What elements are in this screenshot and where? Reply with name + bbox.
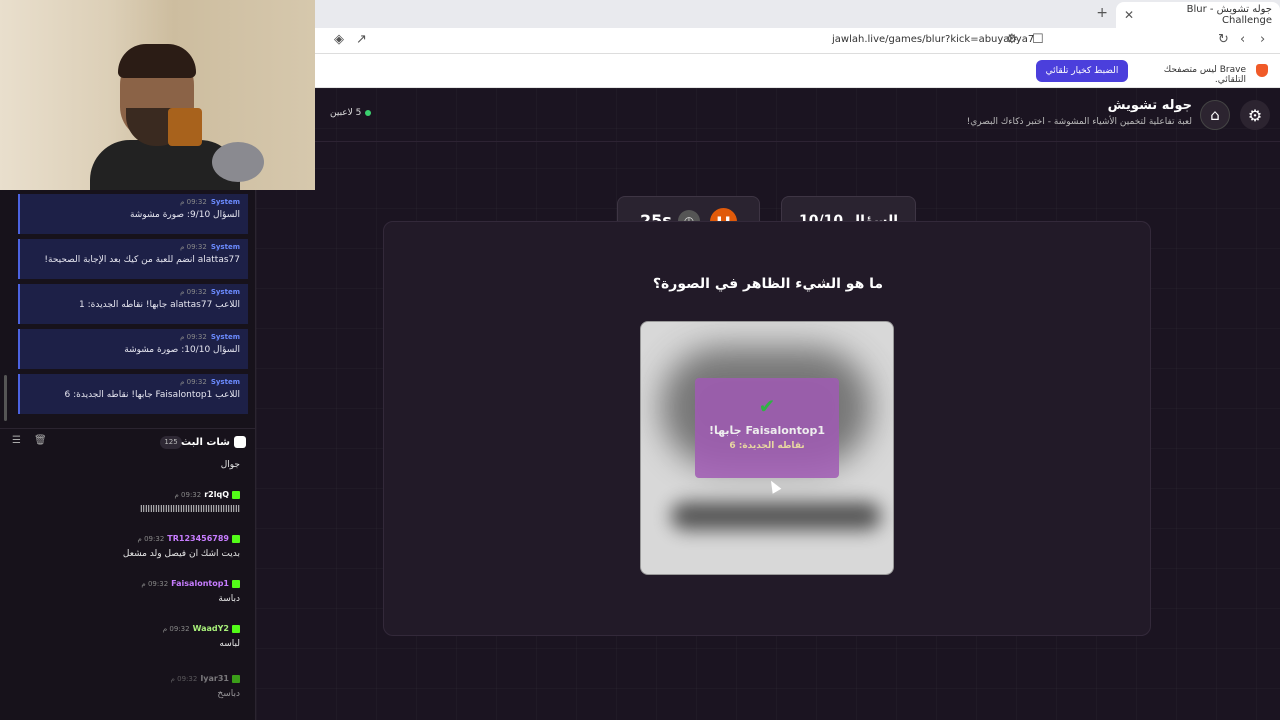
message-text: جوال [220,460,240,470]
players-indicator: 5 لاعبين [330,108,372,118]
back-icon[interactable]: › [1260,32,1265,47]
kick-icon [232,674,240,683]
system-message: System 09:32 م اللاعب alattas77 جابها! نق… [18,284,248,324]
menu-icon[interactable]: ☰ [12,435,21,446]
gear-icon[interactable]: ⚙ [1240,100,1270,130]
system-message: System 09:32 م اللاعب Faisalontop1 جابها!… [18,374,248,414]
new-points-text: نقاطه الجديدة: 6 [729,441,805,451]
check-icon: ✔ [758,394,776,418]
online-dot-icon [365,110,372,116]
new-tab-button[interactable]: + [1096,5,1108,21]
site-settings-icon[interactable]: ⚙ [1006,32,1018,47]
correct-answer-overlay: ✔ Faisalontop1 جابها! نقاطه الجديدة: 6 [695,378,839,478]
reload-icon[interactable]: ↻ [1218,32,1229,47]
question-panel: ما هو الشيء الظاهر في الصورة؟ ✔ Faisalon… [383,221,1151,636]
system-message: System 09:32 م السؤال 9/10: صورة مشوشة [18,194,248,234]
cup [168,108,202,146]
message-sender: System [210,198,240,206]
message-text: السؤال 9/10: صورة مشوشة [129,210,240,220]
chat-count-badge: 125 [160,436,182,449]
message-sender: System [210,333,240,341]
message-sender: System [210,288,240,296]
chat-username[interactable]: Iyar31 [200,674,229,683]
list-item: r2lqQ 09:32 م lllllllllllllllllllllllllll… [10,490,240,515]
trash-icon[interactable]: 🗑 [34,435,47,446]
blurred-image: ✔ Faisalontop1 جابها! نقاطه الجديدة: 6 [640,321,894,575]
message-text: دباسخ [217,689,240,699]
message-text: llllllllllllllllllllllllllllllllllllllll [139,505,240,515]
home-icon[interactable]: ⌂ [1200,100,1230,130]
list-item: Faisalontop1 09:32 م دباسة [10,579,240,604]
list-item: جوال [10,460,240,470]
brave-shield-icon[interactable]: ◈ [334,32,344,47]
chat-username[interactable]: WaadY2 [193,624,229,633]
game-app: 5 لاعبين جوله تشويش لعبة تفاعلية لتخمين … [256,88,1280,720]
message-time: 09:32 م [180,243,207,251]
winner-text: Faisalontop1 جابها! [709,424,825,437]
blurred-object [671,502,881,530]
share-icon[interactable]: ↗ [356,32,367,47]
kick-icon [232,624,240,633]
microphone [212,142,264,182]
tab-title: جوله تشويش - Blur Challenge [1186,4,1272,26]
message-text: اللاعب alattas77 جابها! نقاطه الجديدة: 1 [79,300,240,310]
browser-tab[interactable]: جوله تشويش - Blur Challenge ✕ [1116,2,1280,28]
players-count: 5 لاعبين [330,108,362,118]
app-title: جوله تشويش [1107,98,1192,113]
system-message: System 09:32 م السؤال 10/10: صورة مشوشة [18,329,248,369]
bookmark-icon[interactable]: ☐ [1032,32,1044,47]
message-time: 09:32 م [137,534,165,543]
forward-icon[interactable]: ‹ [1240,32,1245,47]
message-time: 09:32 م [174,490,202,499]
message-time: 09:32 م [180,333,207,341]
brave-logo-icon [1256,64,1268,77]
message-time: 09:32 م [180,288,207,296]
list-item: Iyar31 09:32 م دباسخ [10,674,240,699]
message-text: السؤال 10/10: صورة مشوشة [124,345,240,355]
message-text: لباسه [219,639,240,649]
app-header: 5 لاعبين جوله تشويش لعبة تفاعلية لتخمين … [256,88,1280,142]
list-item: TR123456789 09:32 م بديت اشك ان فيصل ولد … [10,534,240,559]
kick-icon [232,534,240,543]
message-sender: System [210,378,240,386]
kick-icon [232,579,240,588]
message-text: دباسة [218,594,240,604]
message-time: 09:32 م [141,579,169,588]
message-time: 09:32 م [180,378,207,386]
streamer-hair [118,44,196,78]
chat-username[interactable]: Faisalontop1 [171,579,229,588]
message-text: اللاعب Faisalontop1 جابها! نقاطه الجديدة… [64,390,240,400]
chat-icon [234,436,246,448]
question-text: ما هو الشيء الظاهر في الصورة؟ [652,276,884,292]
message-time: 09:32 م [162,624,190,633]
message-sender: System [210,243,240,251]
message-text: بديت اشك ان فيصل ولد مشعل [122,549,240,559]
system-message: System 09:32 م alattas77 انضم للعبة من كي… [18,239,248,279]
webcam-overlay [0,0,315,190]
address-bar[interactable]: jawlah.live/games/blur?kick=abuyahya7 [832,34,1034,45]
chat-header: ☰ 🗑 125 شات البث [0,428,256,456]
message-text: alattas77 انضم للعبة من كيك بعد الإجابة … [44,255,240,265]
kick-icon [232,490,240,499]
system-scrollbar[interactable] [4,375,7,421]
app-subtitle: لعبة تفاعلية لتخمين الأشياء المشوشة - اخ… [966,117,1192,127]
set-default-button[interactable]: الضبط كخيار تلقائي [1036,60,1128,82]
close-tab-icon[interactable]: ✕ [1124,8,1134,22]
chat-title: شات البث [181,437,230,448]
message-time: 09:32 م [170,674,198,683]
chat-username[interactable]: r2lqQ [204,490,229,499]
chat-username[interactable]: TR123456789 [167,534,229,543]
mouse-cursor-icon [766,478,782,494]
infobar-message: Brave ليس متصفحك التلقائي. [1163,65,1246,85]
message-time: 09:32 م [180,198,207,206]
chat-sidebar: System 09:32 م السؤال 9/10: صورة مشوشة Sy… [0,190,256,720]
list-item: WaadY2 09:32 م لباسه [10,624,240,649]
